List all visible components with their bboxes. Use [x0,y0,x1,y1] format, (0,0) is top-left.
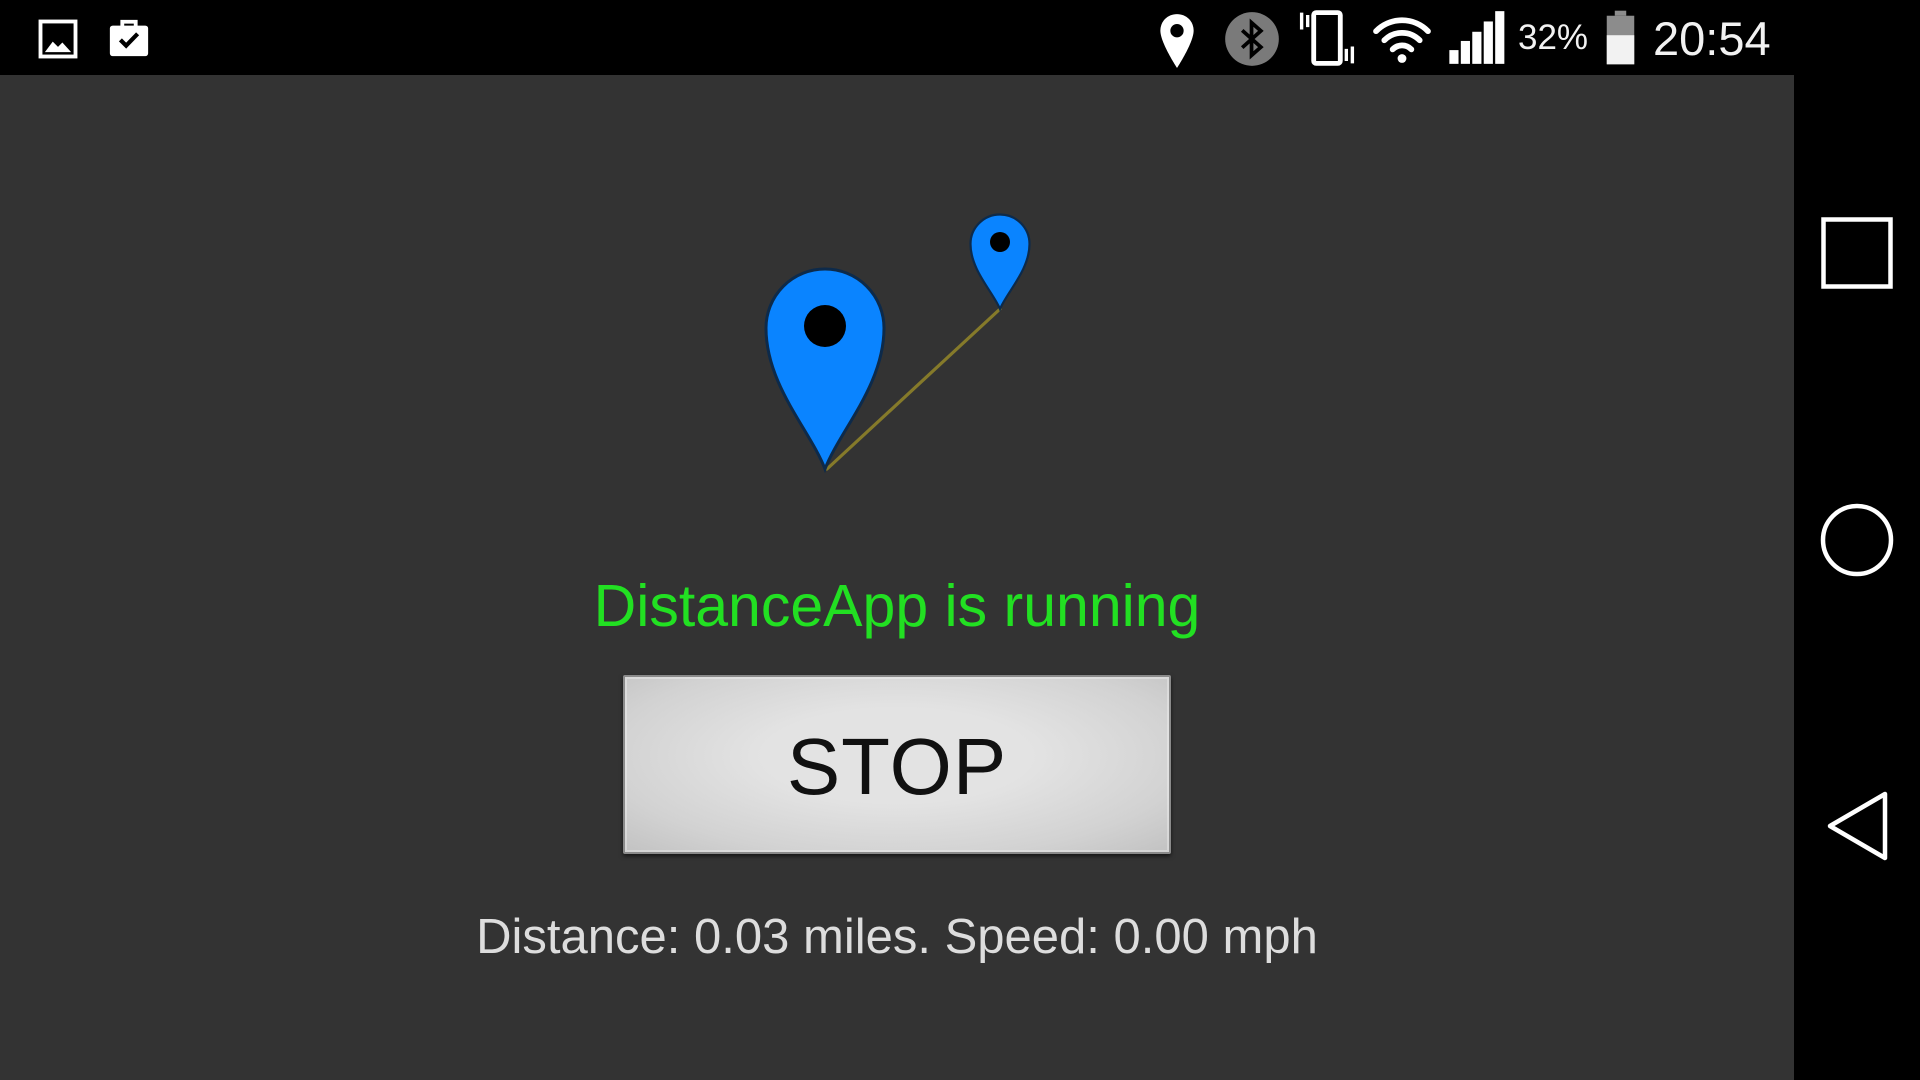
location-icon [1158,12,1196,70]
wifi-icon [1368,13,1436,65]
status-bar: 32% 20:54 [0,0,1920,75]
back-button[interactable] [1794,766,1920,886]
battery-icon [1603,10,1638,65]
speed-label: Speed: [944,910,1100,964]
briefcase-check-icon [106,16,152,60]
stats-line: Distance: 0.03 miles. Speed: 0.00 mph [0,907,1794,967]
signal-icon [1446,10,1510,65]
distance-label: Distance: [476,910,681,964]
distance-unit: miles. [803,910,931,964]
battery-percent-text: 32% [1518,18,1589,57]
distance-pins-logo-icon [740,200,1060,490]
app-content: DistanceApp is running STOP Distance: 0.… [0,75,1794,1080]
vibrate-icon [1298,9,1356,67]
recent-apps-icon [1821,217,1893,289]
navigation-bar [1794,75,1920,1080]
distance-value: 0.03 [694,910,790,964]
home-button[interactable] [1794,480,1920,600]
device-screen: 32% 20:54 DistanceApp is running STOP Di… [0,0,1920,1080]
speed-unit: mph [1222,910,1318,964]
stop-button[interactable]: STOP [623,675,1171,854]
back-icon [1827,791,1888,861]
home-icon [1820,503,1894,577]
app-status-text: DistanceApp is running [593,573,1201,639]
gallery-icon [37,18,79,60]
speed-value: 0.00 [1113,910,1209,964]
clock-text: 20:54 [1653,12,1771,65]
bluetooth-icon [1224,11,1280,67]
recent-apps-button[interactable] [1794,193,1920,313]
